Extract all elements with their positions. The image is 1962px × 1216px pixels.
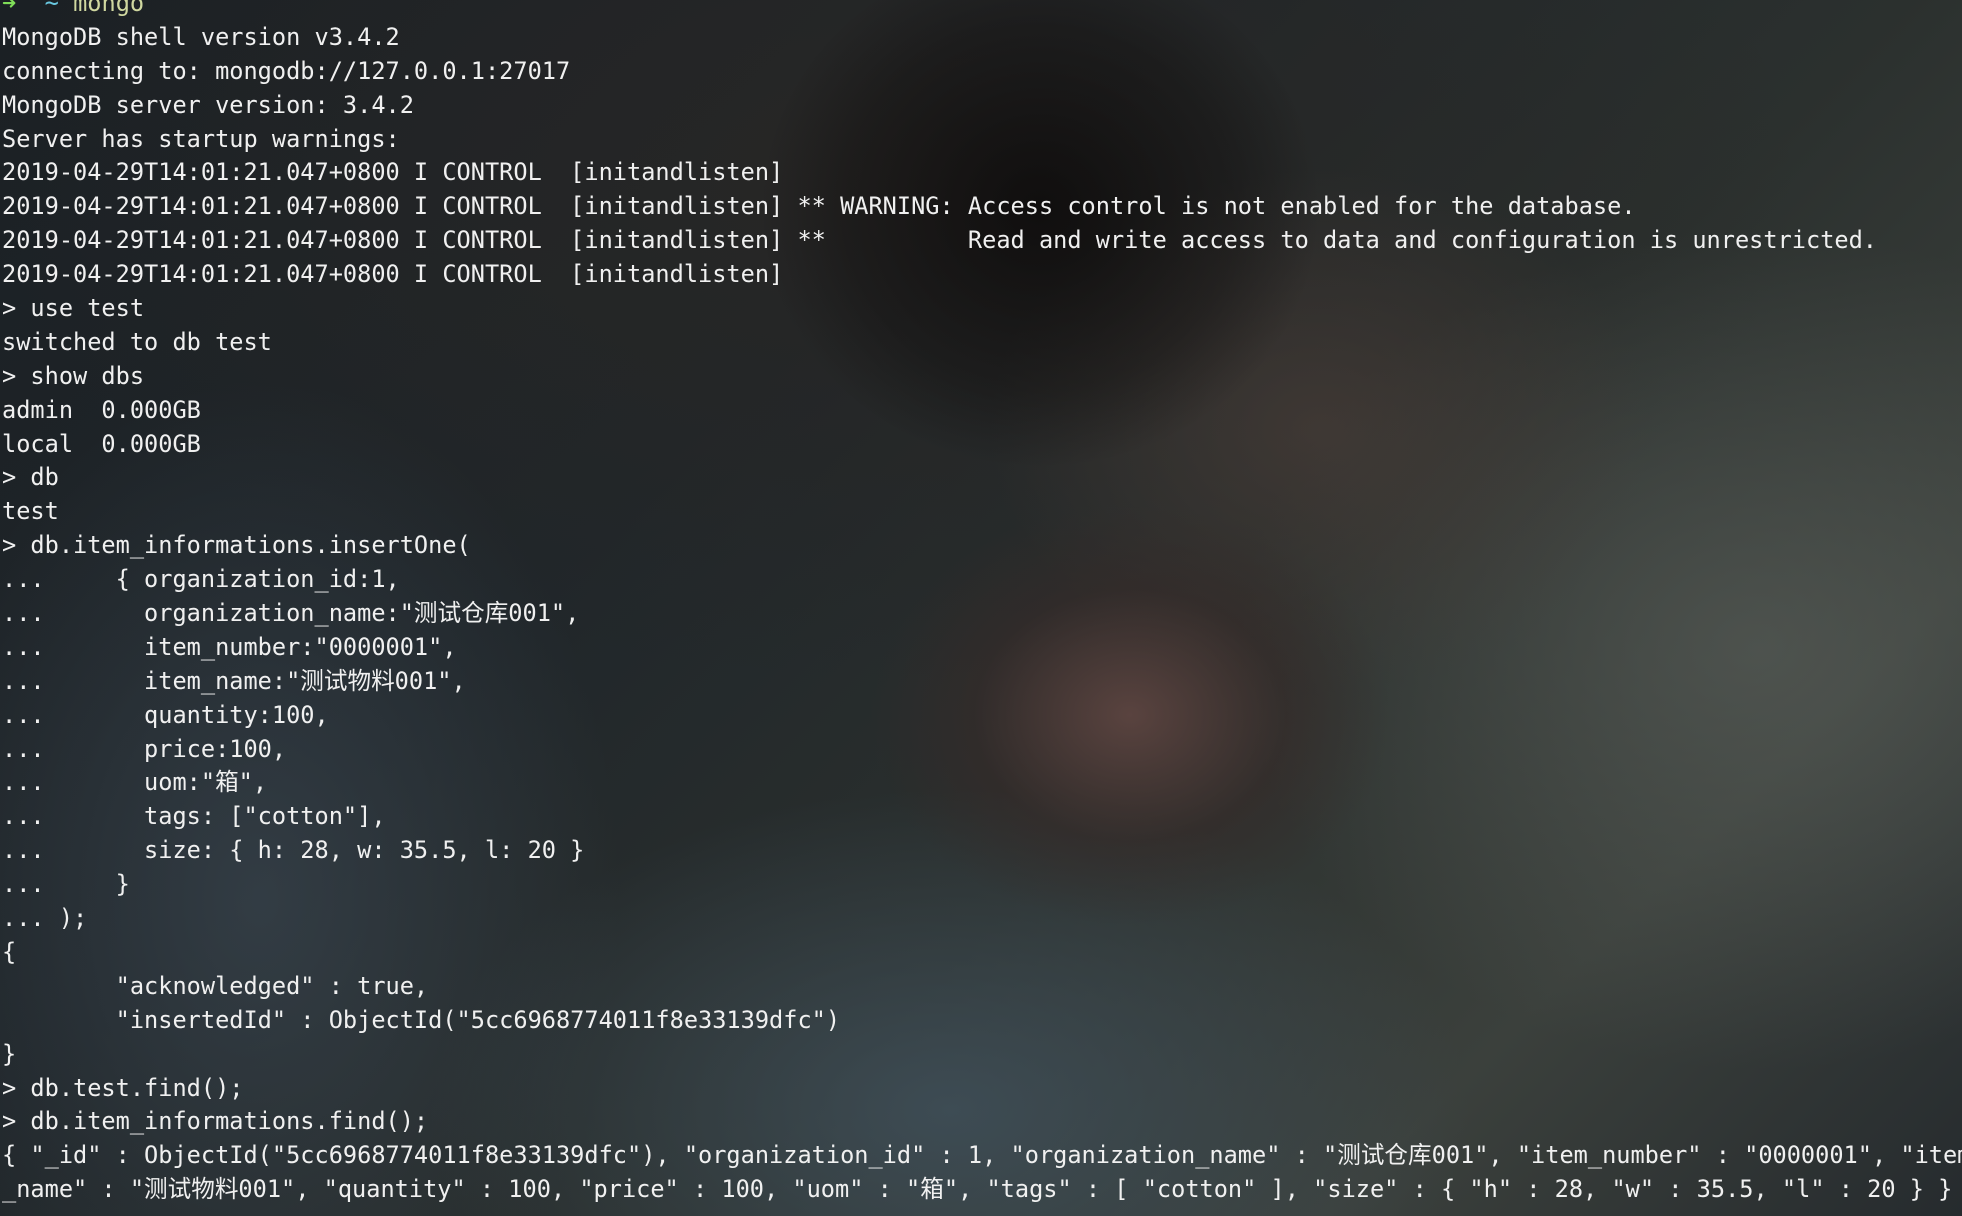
- terminal-line: MongoDB server version: 3.4.2: [2, 90, 414, 119]
- terminal-line: 2019-04-29T14:01:21.047+0800 I CONTROL […: [2, 192, 1636, 221]
- terminal-line: connecting to: mongodb://127.0.0.1:27017: [2, 56, 571, 85]
- terminal-line: {: [2, 937, 17, 966]
- terminal-line: _name" : "测试物料001", "quantity" : 100, "p…: [2, 1175, 1953, 1204]
- terminal-line: ... tags: ["cotton"],: [2, 802, 386, 831]
- terminal-line: ... }: [2, 870, 130, 899]
- terminal-line: ... );: [2, 904, 88, 933]
- terminal-line: test: [2, 497, 59, 526]
- shell-prompt-line: ➜ ~ mongo: [2, 0, 1962, 21]
- terminal-line: ... organization_name:"测试仓库001",: [2, 599, 580, 628]
- terminal-line: admin 0.000GB: [2, 395, 201, 424]
- terminal-line: 2019-04-29T14:01:21.047+0800 I CONTROL […: [2, 226, 1878, 255]
- terminal-line: MongoDB shell version v3.4.2: [2, 22, 400, 51]
- terminal-line: ... { organization_id:1,: [2, 565, 400, 594]
- terminal-line: { "_id" : ObjectId("5cc6968774011f8e3313…: [2, 1141, 1962, 1170]
- terminal-line: > db.test.find();: [2, 1073, 244, 1102]
- terminal-line: > db.item_informations.insertOne(: [2, 531, 471, 560]
- terminal-line: "insertedId" : ObjectId("5cc6968774011f8…: [2, 1005, 841, 1034]
- terminal-line: ... price:100,: [2, 734, 287, 763]
- terminal-line: > db: [2, 463, 59, 492]
- terminal-line: "acknowledged" : true,: [2, 971, 429, 1000]
- terminal-line: switched to db test: [2, 327, 272, 356]
- terminal-line: > use test: [2, 294, 145, 323]
- prompt-command: mongo: [73, 0, 145, 17]
- terminal-line: }: [2, 1039, 17, 1068]
- terminal-line: ... item_name:"测试物料001",: [2, 666, 466, 695]
- terminal-line: 2019-04-29T14:01:21.047+0800 I CONTROL […: [2, 158, 784, 187]
- terminal-line: > show dbs: [2, 361, 145, 390]
- terminal-line: ... item_number:"0000001",: [2, 632, 457, 661]
- terminal-line: Server has startup warnings:: [2, 124, 400, 153]
- terminal-line: ... size: { h: 28, w: 35.5, l: 20 }: [2, 836, 585, 865]
- terminal-line: ... quantity:100,: [2, 700, 329, 729]
- terminal-line: > db.item_informations.find();: [2, 1107, 429, 1136]
- terminal-line: local 0.000GB: [2, 429, 201, 458]
- terminal-output: ➜ ~ mongo MongoDB shell version v3.4.2 con…: [2, 0, 1962, 1207]
- terminal-window[interactable]: ➜ ~ mongo MongoDB shell version v3.4.2 con…: [0, 0, 1962, 1216]
- prompt-arrow-icon: ➜: [2, 0, 17, 17]
- terminal-line: ... uom:"箱",: [2, 768, 268, 797]
- terminal-line: 2019-04-29T14:01:21.047+0800 I CONTROL […: [2, 260, 784, 289]
- prompt-directory: ~: [44, 0, 59, 17]
